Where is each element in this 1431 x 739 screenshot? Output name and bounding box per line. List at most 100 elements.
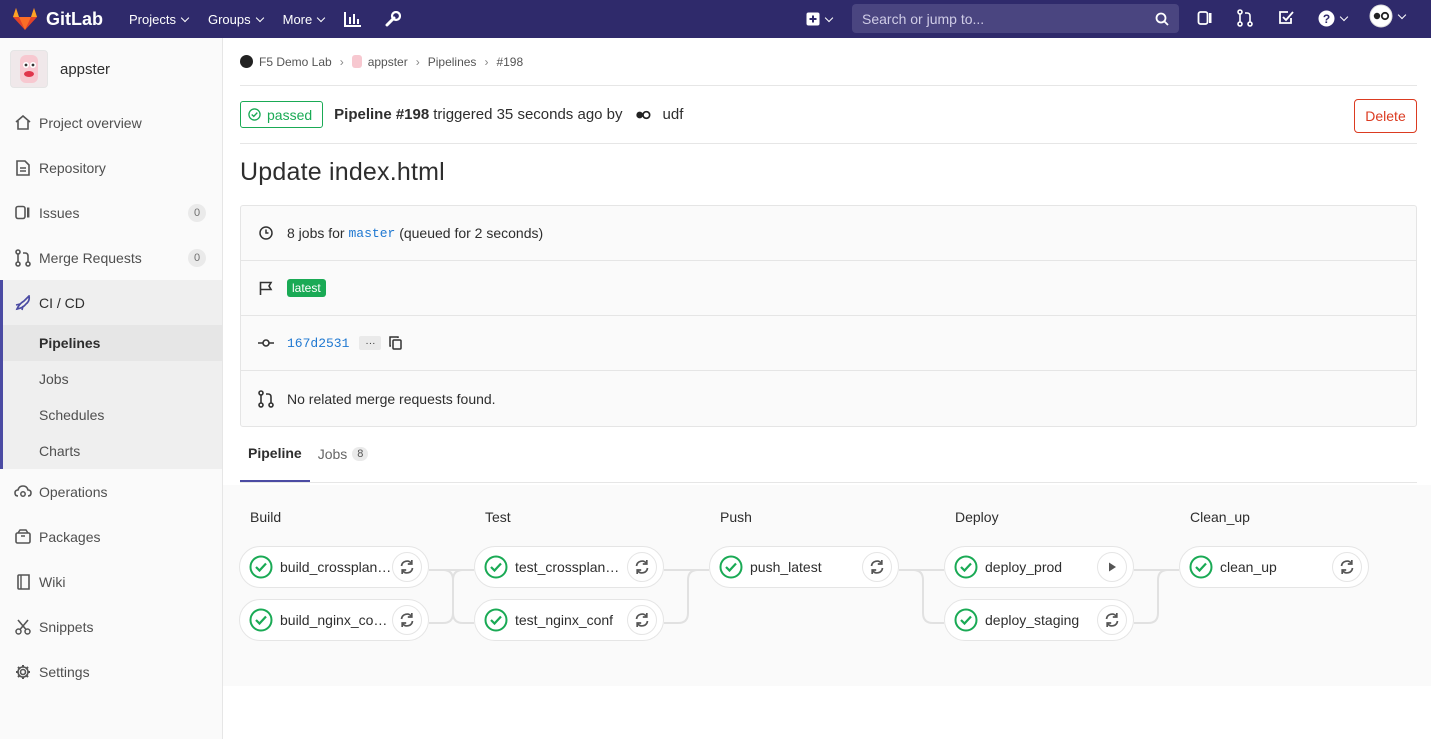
- gear-icon: [14, 663, 32, 681]
- activity-chart-icon[interactable]: [344, 10, 362, 28]
- job-name: clean_up: [1220, 559, 1277, 575]
- package-icon: [14, 528, 32, 546]
- merge-icon: [14, 248, 32, 267]
- tab-label: Jobs: [317, 446, 348, 462]
- issues-icon: [14, 204, 32, 222]
- pipeline-job[interactable]: clean_up: [1179, 546, 1369, 588]
- issues-count-badge: 0: [188, 203, 206, 222]
- sidebar-subitem-pipelines[interactable]: Pipelines: [3, 325, 222, 361]
- project-header[interactable]: appster: [0, 38, 222, 100]
- sidebar-item-merge-requests[interactable]: Merge Requests 0: [0, 235, 222, 280]
- merge-requests-count-badge: 0: [188, 248, 206, 267]
- merge-icon: [257, 389, 275, 408]
- branch-link[interactable]: master: [348, 226, 395, 241]
- job-name: push_latest: [750, 559, 822, 575]
- sidebar-item-snippets[interactable]: Snippets: [0, 604, 222, 649]
- group-avatar-icon: [240, 55, 253, 68]
- tab-label: Pipeline: [248, 445, 302, 461]
- breadcrumb-pipelines-link[interactable]: Pipelines: [428, 55, 477, 69]
- expand-commit-button[interactable]: ···: [359, 336, 382, 350]
- search-icon: [1155, 12, 1169, 26]
- tab-jobs[interactable]: Jobs 8: [310, 426, 377, 482]
- retry-button[interactable]: [1097, 605, 1127, 635]
- help-dropdown[interactable]: ?: [1315, 9, 1349, 27]
- jobs-count-badge: 8: [352, 447, 369, 461]
- search-box[interactable]: [852, 4, 1179, 33]
- sidebar-item-packages[interactable]: Packages: [0, 514, 222, 559]
- retry-button[interactable]: [1332, 552, 1362, 582]
- user-menu[interactable]: [1366, 4, 1408, 28]
- pipeline-job[interactable]: build_crossplane_nginx: [239, 546, 429, 588]
- clock-icon: [257, 224, 275, 242]
- retry-button[interactable]: [627, 605, 657, 635]
- job-name: deploy_prod: [985, 559, 1063, 575]
- status-badge[interactable]: passed: [240, 101, 324, 128]
- breadcrumb-project-link[interactable]: appster: [368, 55, 408, 69]
- pipeline-job[interactable]: push_latest: [709, 546, 899, 588]
- pipeline-tabs: Pipeline Jobs 8: [240, 427, 1417, 483]
- sidebar-item-operations[interactable]: Operations: [0, 469, 222, 514]
- flag-icon: [257, 279, 275, 297]
- pipeline-job[interactable]: deploy_prod: [944, 546, 1134, 588]
- queued-text: (queued for 2 seconds): [399, 225, 544, 241]
- user-avatar-icon[interactable]: [633, 105, 653, 125]
- gitlab-logo[interactable]: GitLab: [12, 7, 103, 31]
- issues-nav-icon[interactable]: [1196, 9, 1214, 27]
- book-icon: [14, 573, 32, 591]
- gitlab-fox-icon: [13, 8, 37, 30]
- play-button[interactable]: [1097, 552, 1127, 582]
- delete-button[interactable]: Delete: [1354, 99, 1417, 133]
- groups-menu[interactable]: Groups: [208, 12, 264, 27]
- svg-text:?: ?: [1322, 12, 1329, 26]
- sidebar-subitem-charts[interactable]: Charts: [3, 433, 222, 469]
- projects-menu[interactable]: Projects: [129, 12, 190, 27]
- retry-button[interactable]: [862, 552, 892, 582]
- job-name: test_nginx_conf: [515, 612, 614, 628]
- pipeline-job[interactable]: build_nginx_container: [239, 599, 429, 641]
- sidebar-item-project-overview[interactable]: Project overview: [0, 100, 222, 145]
- sidebar-item-label: Merge Requests: [39, 249, 142, 266]
- sidebar-item-settings[interactable]: Settings: [0, 649, 222, 694]
- more-label: More: [282, 11, 313, 27]
- retry-button[interactable]: [392, 605, 422, 635]
- pipeline-job[interactable]: test_crossplane_nginx: [474, 546, 664, 588]
- copy-icon[interactable]: [389, 336, 403, 350]
- chevron-down-icon: [180, 13, 190, 22]
- merge-requests-nav-icon[interactable]: [1236, 9, 1254, 27]
- todos-nav-icon[interactable]: [1277, 9, 1295, 27]
- retry-button[interactable]: [627, 552, 657, 582]
- sidebar-item-label: Settings: [39, 663, 90, 680]
- tags-row: latest: [241, 261, 1416, 316]
- pipeline-graph: Build build_crossplane_nginx build_nginx_c…: [223, 485, 1431, 686]
- chevron-down-icon: [1339, 12, 1348, 21]
- brand-name: GitLab: [46, 8, 103, 29]
- sidebar-item-ci-cd[interactable]: CI / CD: [0, 280, 222, 325]
- pipeline-job[interactable]: test_nginx_conf: [474, 599, 664, 641]
- sidebar-item-label: Operations: [39, 483, 108, 500]
- job-status-passed-icon: [954, 555, 978, 579]
- job-status-passed-icon: [484, 608, 508, 632]
- sidebar-subitem-schedules[interactable]: Schedules: [3, 397, 222, 433]
- sidebar-item-wiki[interactable]: Wiki: [0, 559, 222, 604]
- cloud-gear-icon: [14, 483, 32, 501]
- more-menu[interactable]: More: [282, 11, 326, 27]
- chevron-down-icon: [316, 13, 326, 22]
- breadcrumb-current[interactable]: #198: [496, 55, 523, 69]
- jobs-count-text: 8 jobs for: [287, 225, 345, 241]
- project-avatar: [10, 50, 48, 88]
- job-name: build_nginx_container: [280, 612, 392, 628]
- tab-pipeline[interactable]: Pipeline: [240, 426, 310, 482]
- sidebar-item-repository[interactable]: Repository: [0, 145, 222, 190]
- pipeline-job[interactable]: deploy_staging: [944, 599, 1134, 641]
- trigger-user-link[interactable]: udf: [663, 106, 684, 123]
- sidebar-item-issues[interactable]: Issues 0: [0, 190, 222, 235]
- retry-button[interactable]: [392, 552, 422, 582]
- commit-sha-link[interactable]: 167d2531: [287, 336, 349, 351]
- wrench-icon[interactable]: [384, 10, 402, 28]
- trigger-text: triggered 35 seconds ago by: [433, 106, 623, 123]
- new-item-dropdown[interactable]: [804, 10, 834, 28]
- breadcrumb-group-link[interactable]: F5 Demo Lab: [259, 55, 332, 69]
- user-avatar-icon: [1369, 4, 1393, 28]
- sidebar-subitem-jobs[interactable]: Jobs: [3, 361, 222, 397]
- search-input[interactable]: [852, 10, 1142, 27]
